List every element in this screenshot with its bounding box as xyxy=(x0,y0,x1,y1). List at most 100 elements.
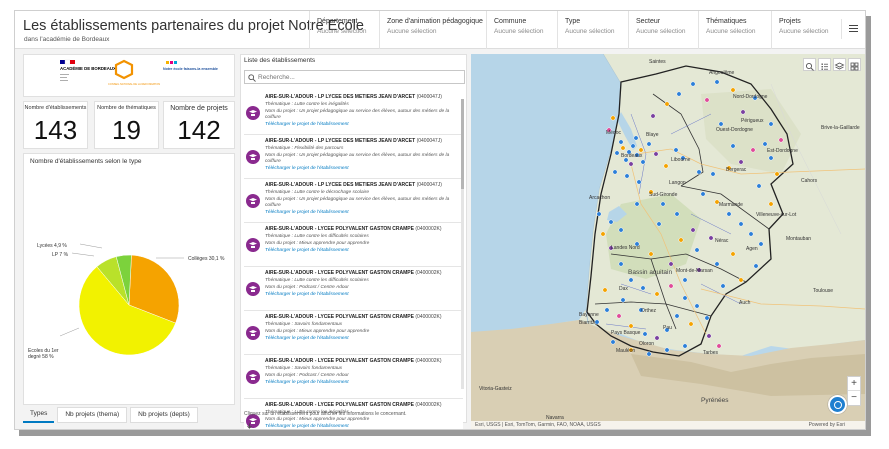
map-marker[interactable] xyxy=(610,115,616,121)
legend-icon[interactable] xyxy=(818,58,831,71)
map-marker[interactable] xyxy=(618,227,624,233)
map-marker[interactable] xyxy=(774,171,780,177)
map-marker[interactable] xyxy=(694,247,700,253)
map-marker[interactable] xyxy=(642,331,648,337)
map-view[interactable]: Saintes Angoulême Nord-Dordogne Ouest-Do… xyxy=(471,54,865,429)
map-marker[interactable] xyxy=(704,97,710,103)
list-item[interactable]: AIRE-SUR-L'ADOUR - LP LYCEE DES METIERS … xyxy=(244,135,463,179)
download-project-link[interactable]: Télécharger le projet de l'établissement xyxy=(265,336,349,341)
map-marker[interactable] xyxy=(628,161,634,167)
map-marker[interactable] xyxy=(650,113,656,119)
map-marker[interactable] xyxy=(668,283,674,289)
map-marker[interactable] xyxy=(758,241,764,247)
map-marker[interactable] xyxy=(673,147,679,153)
map-marker[interactable] xyxy=(678,237,684,243)
map-marker[interactable] xyxy=(618,261,624,267)
map-marker[interactable] xyxy=(696,169,702,175)
map-marker[interactable] xyxy=(768,155,774,161)
list-item[interactable]: AIRE-SUR-L'ADOUR - LP LYCEE DES METIERS … xyxy=(244,179,463,223)
download-project-link[interactable]: Télécharger le projet de l'établissement xyxy=(265,380,349,385)
map-marker[interactable] xyxy=(608,219,614,225)
map-marker[interactable] xyxy=(762,141,768,147)
map-marker[interactable] xyxy=(700,191,706,197)
list-item[interactable]: AIRE-SUR-L'ADOUR - LP LYCEE DES METIERS … xyxy=(244,91,463,135)
filter-projets[interactable]: Projets Aucune sélection xyxy=(771,11,839,49)
map-marker[interactable] xyxy=(690,227,696,233)
download-project-link[interactable]: Télécharger le projet de l'établissement xyxy=(265,424,349,429)
zoom-out-button[interactable]: − xyxy=(848,391,860,405)
map-marker[interactable] xyxy=(618,139,624,145)
map-marker[interactable] xyxy=(628,323,634,329)
download-project-link[interactable]: Télécharger le projet de l'établissement xyxy=(265,166,349,171)
tab-nb-projets-thema[interactable]: Nb projets (thema) xyxy=(57,407,128,423)
map-marker[interactable] xyxy=(750,147,756,153)
map-marker[interactable] xyxy=(674,211,680,217)
map-marker[interactable] xyxy=(612,169,618,175)
filter-departement[interactable]: Département Aucune sélection xyxy=(309,11,379,49)
map-marker[interactable] xyxy=(714,261,720,267)
download-project-link[interactable]: Télécharger le projet de l'établissement xyxy=(265,210,349,215)
map-marker[interactable] xyxy=(648,251,654,257)
filter-secteur[interactable]: Secteur Aucune sélection xyxy=(628,11,698,49)
map-marker[interactable] xyxy=(614,150,620,156)
map-marker[interactable] xyxy=(636,179,642,185)
map-marker[interactable] xyxy=(778,137,784,143)
map-marker[interactable] xyxy=(756,183,762,189)
download-project-link[interactable]: Télécharger le projet de l'établissement xyxy=(265,292,349,297)
map-marker[interactable] xyxy=(718,121,724,127)
map-marker[interactable] xyxy=(730,251,736,257)
map-marker[interactable] xyxy=(616,313,622,319)
map-marker[interactable] xyxy=(753,263,759,269)
tab-nb-projets-depts[interactable]: Nb projets (depts) xyxy=(130,407,198,423)
layers-icon[interactable] xyxy=(833,58,846,71)
map-marker[interactable] xyxy=(596,211,602,217)
filter-zone-animation[interactable]: Zone d'animation pédagogique Aucune séle… xyxy=(379,11,486,49)
map-marker[interactable] xyxy=(664,347,670,353)
refresh-icon[interactable] xyxy=(828,395,847,414)
map-marker[interactable] xyxy=(664,101,670,107)
filter-type[interactable]: Type Aucune sélection xyxy=(557,11,628,49)
map-marker[interactable] xyxy=(730,87,736,93)
map-marker[interactable] xyxy=(676,91,682,97)
map-marker[interactable] xyxy=(726,211,732,217)
tab-types[interactable]: Types xyxy=(23,407,55,423)
map-marker[interactable] xyxy=(610,339,616,345)
powered-by-esri[interactable]: Powered by Esri xyxy=(809,422,845,428)
map-marker[interactable] xyxy=(594,319,600,325)
list-item[interactable]: AIRE-SUR-L'ADOUR - LYCEE POLYVALENT GAST… xyxy=(244,355,463,399)
map-marker[interactable] xyxy=(633,135,639,141)
map-marker[interactable] xyxy=(740,109,746,115)
map-marker[interactable] xyxy=(640,285,646,291)
map-marker[interactable] xyxy=(638,147,644,153)
map-marker[interactable] xyxy=(640,159,646,165)
download-icon[interactable] xyxy=(246,423,253,430)
map-search-icon[interactable] xyxy=(803,58,816,71)
list-scrollbar[interactable] xyxy=(461,99,464,389)
map-marker[interactable] xyxy=(714,79,720,85)
map-marker[interactable] xyxy=(708,235,714,241)
list-item[interactable]: AIRE-SUR-L'ADOUR - LYCEE POLYVALENT GAST… xyxy=(244,311,463,355)
map-marker[interactable] xyxy=(653,151,659,157)
list-item[interactable]: AIRE-SUR-L'ADOUR - LYCEE POLYVALENT GAST… xyxy=(244,267,463,311)
download-project-link[interactable]: Télécharger le projet de l'établissement xyxy=(265,122,349,127)
map-marker[interactable] xyxy=(682,343,688,349)
map-marker[interactable] xyxy=(706,333,712,339)
search-input[interactable] xyxy=(258,72,458,83)
map-marker[interactable] xyxy=(748,231,754,237)
map-marker[interactable] xyxy=(716,343,722,349)
map-marker[interactable] xyxy=(630,143,636,149)
hamburger-menu-icon[interactable] xyxy=(841,19,861,39)
map-marker[interactable] xyxy=(768,121,774,127)
filter-thematiques[interactable]: Thématiques Aucune sélection xyxy=(698,11,771,49)
basemap-gallery-icon[interactable] xyxy=(848,58,861,71)
map-marker[interactable] xyxy=(738,159,744,165)
map-marker[interactable] xyxy=(690,81,696,87)
download-project-link[interactable]: Télécharger le projet de l'établissement xyxy=(265,248,349,253)
map-marker[interactable] xyxy=(646,351,652,357)
map-marker[interactable] xyxy=(620,145,626,151)
map-marker[interactable] xyxy=(668,261,674,267)
map-marker[interactable] xyxy=(600,231,606,237)
zoom-in-button[interactable]: + xyxy=(848,377,860,391)
map-marker[interactable] xyxy=(628,277,634,283)
map-marker[interactable] xyxy=(688,321,694,327)
